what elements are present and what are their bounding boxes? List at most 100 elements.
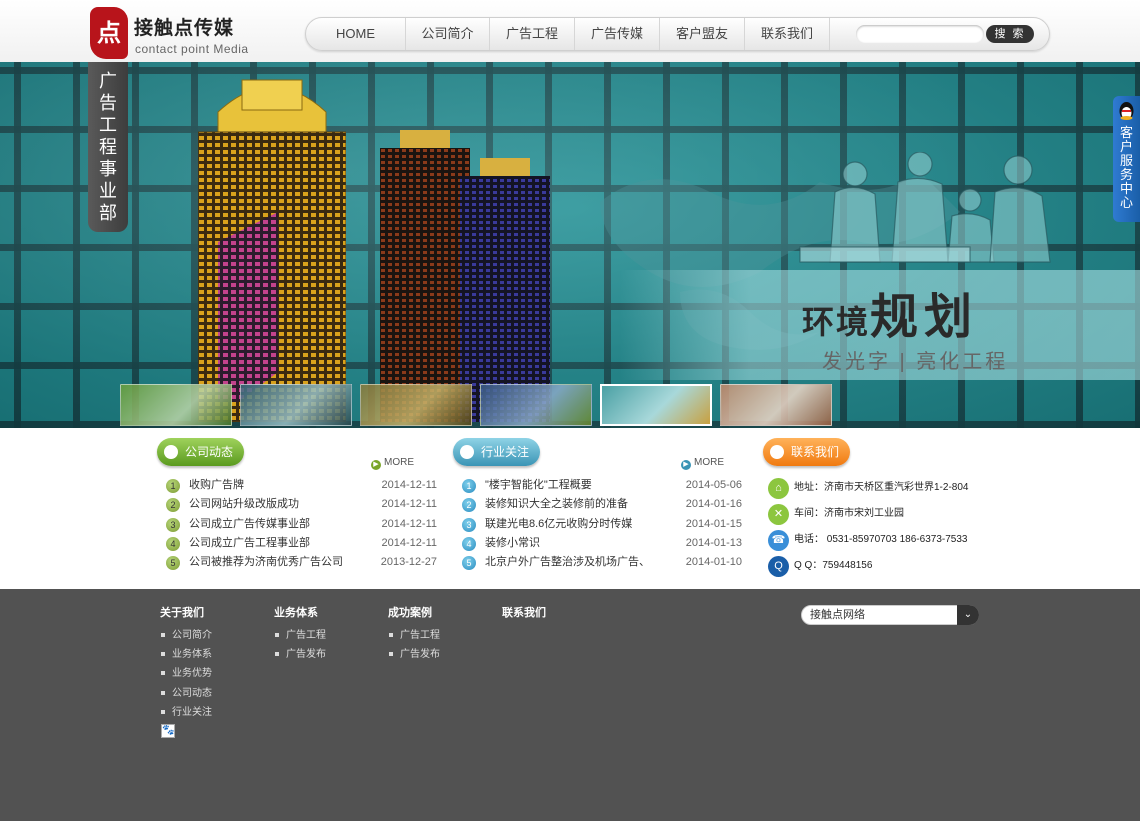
banner-thumb[interactable] xyxy=(720,384,832,426)
contact-qq[interactable]: Q Q Q：759448156 xyxy=(768,553,1008,579)
banner-thumb[interactable] xyxy=(120,384,232,426)
list-item[interactable]: 2 公司网站升级改版成功 2014-12-11 xyxy=(166,495,437,514)
footer-link[interactable]: 行业关注 xyxy=(160,703,270,722)
search-button[interactable]: 搜 索 xyxy=(986,25,1034,43)
slogan-subtitle: 发光字 | 亮化工程 xyxy=(822,351,1009,373)
banner-thumbnails xyxy=(120,384,840,426)
site-footer: 关于我们 公司简介 业务体系 业务优势 公司动态 行业关注 业务体系 广告工程 … xyxy=(0,589,1140,821)
footer-link[interactable]: 业务优势 xyxy=(160,664,270,683)
news-title[interactable]: 公司成立广告传媒事业部 xyxy=(189,515,310,534)
more-arrow-icon: ▶ xyxy=(371,460,381,470)
building-a-graphic xyxy=(198,79,346,422)
list-item[interactable]: 3 公司成立广告传媒事业部 2014-12-11 xyxy=(166,515,437,534)
news-title[interactable]: 装修小常识 xyxy=(485,534,540,553)
footer-col-about: 关于我们 公司简介 业务体系 业务优势 公司动态 行业关注 xyxy=(160,606,270,722)
industry-news-heading[interactable]: 行业关注 xyxy=(453,438,540,466)
footer-link[interactable]: 业务体系 xyxy=(160,645,270,664)
news-title[interactable]: "楼宇智能化"工程概要 xyxy=(485,476,592,495)
site-header: 点 接触点传媒 contact point Media HOME 公司简介 广告… xyxy=(0,0,1140,62)
footer-col-title: 关于我们 xyxy=(160,607,204,619)
footer-link[interactable]: 广告发布 xyxy=(388,645,498,664)
industry-news-more-link[interactable]: ▶ MORE xyxy=(681,457,724,470)
qq-penguin-icon xyxy=(1119,102,1134,120)
list-number: 5 xyxy=(462,556,476,570)
baidu-paw-icon[interactable]: 🐾 xyxy=(161,724,175,738)
list-item[interactable]: 5 北京户外广告整治涉及机场广告、 2014-01-10 xyxy=(462,553,742,572)
news-title[interactable]: 联建光电8.6亿元收购分时传媒 xyxy=(485,515,632,534)
list-item[interactable]: 4 装修小常识 2014-01-13 xyxy=(462,534,742,553)
news-date: 2014-12-11 xyxy=(381,517,437,530)
bullet-icon xyxy=(460,445,474,459)
people-sketch-graphic xyxy=(799,152,1051,263)
banner-thumb[interactable] xyxy=(240,384,352,426)
list-item[interactable]: 5 公司被推荐为济南优秀广告公司 2013-12-27 xyxy=(166,553,437,572)
search-input[interactable] xyxy=(856,25,984,43)
more-arrow-icon: ▶ xyxy=(681,460,691,470)
building-b-graphic xyxy=(380,130,550,422)
footer-link[interactable]: 广告工程 xyxy=(274,626,384,645)
contact-heading[interactable]: 联系我们 xyxy=(763,438,850,466)
logo-title: 接触点传媒 xyxy=(134,17,235,39)
list-number: 3 xyxy=(166,517,180,532)
contact-address: ⌂ 地址：济南市天桥区重汽彩世界1-2-804 xyxy=(768,475,1008,501)
footer-link[interactable]: 公司动态 xyxy=(160,684,270,703)
contact-list: ⌂ 地址：济南市天桥区重汽彩世界1-2-804 ✕ 车间：济南市宋刘工业园 ☎ … xyxy=(768,475,1008,579)
customer-service-tab[interactable]: 客户服务中心 xyxy=(1113,96,1140,222)
company-news-heading[interactable]: 公司动态 xyxy=(157,438,244,466)
slogan-title-big: 规划 xyxy=(870,289,979,345)
banner-thumb[interactable] xyxy=(480,384,592,426)
vertical-tab-ad-engineering[interactable]: 广告工程事业部 xyxy=(88,62,128,232)
news-title[interactable]: 收购广告牌 xyxy=(189,476,244,495)
nav-item-company[interactable]: 公司简介 xyxy=(406,18,490,50)
phone-icon: ☎ xyxy=(768,530,789,551)
company-news-more-link[interactable]: ▶ MORE xyxy=(371,457,414,470)
news-title[interactable]: 装修知识大全之装修前的准备 xyxy=(485,495,628,514)
news-title[interactable]: 北京户外广告整治涉及机场广告、 xyxy=(485,553,650,572)
footer-link[interactable]: 广告发布 xyxy=(274,645,384,664)
news-date: 2014-01-16 xyxy=(685,498,742,511)
main-nav: HOME 公司简介 广告工程 广告传媒 客户盟友 联系我们 搜 索 xyxy=(305,17,1050,51)
nav-item-ad-media[interactable]: 广告传媒 xyxy=(575,18,660,50)
nav-item-contact[interactable]: 联系我们 xyxy=(745,18,830,50)
logo[interactable]: 点 接触点传媒 contact point Media xyxy=(88,7,268,61)
list-number: 2 xyxy=(166,498,180,513)
list-item[interactable]: 3 联建光电8.6亿元收购分时传媒 2014-01-15 xyxy=(462,515,742,534)
site-links-select[interactable]: 接触点网络 ⌄ xyxy=(801,605,979,625)
footer-col-title: 业务体系 xyxy=(274,607,318,619)
nav-item-home[interactable]: HOME xyxy=(306,18,406,50)
news-title[interactable]: 公司被推荐为济南优秀广告公司 xyxy=(189,553,343,572)
news-title[interactable]: 公司成立广告工程事业部 xyxy=(189,534,310,553)
contact-workshop: ✕ 车间：济南市宋刘工业园 xyxy=(768,501,1008,527)
logo-seal-icon: 点 xyxy=(90,7,128,59)
footer-link[interactable]: 广告工程 xyxy=(388,626,498,645)
tools-icon: ✕ xyxy=(768,504,789,525)
list-number: 1 xyxy=(462,479,476,493)
list-item[interactable]: 4 公司成立广告工程事业部 2014-12-11 xyxy=(166,534,437,553)
news-date: 2014-12-11 xyxy=(381,498,437,511)
home-icon: ⌂ xyxy=(768,478,789,499)
bullet-icon xyxy=(770,445,784,459)
footer-col-title[interactable]: 联系我们 xyxy=(502,606,612,626)
contact-phone: ☎ 电话： 0531-85970703 186-6373-7533 xyxy=(768,527,1008,553)
list-item[interactable]: 2 装修知识大全之装修前的准备 2014-01-16 xyxy=(462,495,742,514)
banner-thumb-active[interactable] xyxy=(600,384,712,426)
industry-news-list: 1 "楼宇智能化"工程概要 2014-05-06 2 装修知识大全之装修前的准备… xyxy=(462,476,742,572)
nav-item-clients[interactable]: 客户盟友 xyxy=(660,18,745,50)
list-number: 5 xyxy=(166,556,180,570)
news-date: 2014-01-13 xyxy=(685,536,742,549)
footer-link[interactable]: 公司简介 xyxy=(160,626,270,645)
list-number: 3 xyxy=(462,517,476,532)
footer-col-business: 业务体系 广告工程 广告发布 xyxy=(274,606,384,664)
news-title[interactable]: 公司网站升级改版成功 xyxy=(189,495,299,514)
list-number: 1 xyxy=(166,479,180,493)
list-item[interactable]: 1 "楼宇智能化"工程概要 2014-05-06 xyxy=(462,476,742,495)
banner-thumb[interactable] xyxy=(360,384,472,426)
list-item[interactable]: 1 收购广告牌 2014-12-11 xyxy=(166,476,437,495)
chevron-down-icon: ⌄ xyxy=(957,605,979,625)
qq-icon: Q xyxy=(768,556,789,577)
footer-col-contact: 联系我们 xyxy=(502,606,612,626)
news-date: 2014-05-06 xyxy=(685,479,742,491)
logo-subtitle: contact point Media xyxy=(135,42,249,56)
footer-col-title: 成功案例 xyxy=(388,607,432,619)
nav-item-ad-engineering[interactable]: 广告工程 xyxy=(490,18,575,50)
